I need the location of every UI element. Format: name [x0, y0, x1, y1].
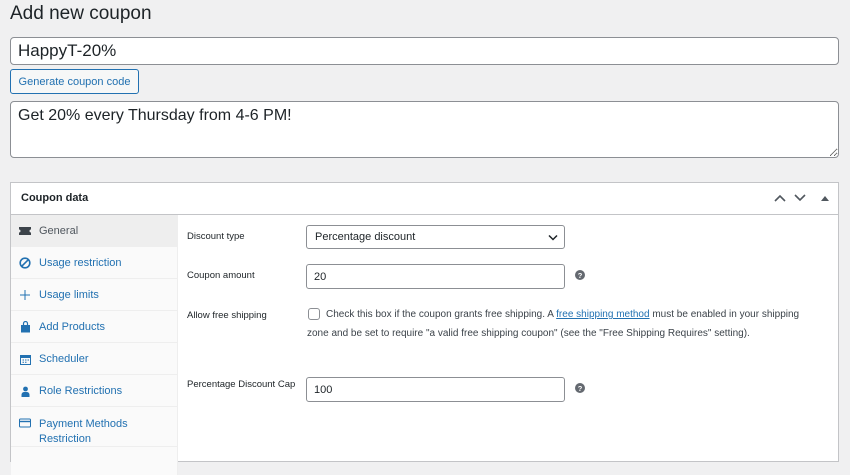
tab-role-restrictions[interactable]: Role Restrictions — [11, 375, 177, 407]
tab-usage-restriction-label: Usage restriction — [39, 257, 122, 269]
tab-scheduler[interactable]: Scheduler — [11, 343, 177, 375]
tab-payment-methods-restriction[interactable]: Payment Methods Restriction — [11, 407, 177, 447]
tab-general[interactable]: General — [11, 215, 177, 247]
chevron-down-icon — [548, 232, 558, 244]
discount-type-label: Discount type — [187, 231, 245, 242]
coupon-data-panel: Coupon data General Usage restriction Us… — [10, 182, 839, 475]
calendar-icon — [19, 353, 31, 365]
general-tab-content: Discount type Percentage discount Coupon… — [177, 215, 838, 465]
coupon-amount-label: Coupon amount — [187, 270, 255, 281]
free-shipping-method-link[interactable]: free shipping method — [556, 309, 649, 320]
user-icon — [19, 385, 31, 397]
tab-add-products[interactable]: Add Products — [11, 311, 177, 343]
tab-usage-limits-label: Usage limits — [39, 289, 99, 301]
discount-cap-input[interactable] — [306, 377, 565, 402]
bag-icon — [19, 321, 31, 333]
free-shipping-label: Allow free shipping — [187, 310, 267, 321]
tab-role-restrictions-label: Role Restrictions — [39, 385, 123, 397]
discount-type-select[interactable]: Percentage discount — [306, 225, 565, 249]
block-icon — [19, 257, 31, 269]
coupon-amount-input[interactable] — [306, 264, 565, 289]
discount-cap-label: Percentage Discount Cap — [187, 379, 296, 390]
coupon-description-field[interactable]: Get 20% every Thursday from 4-6 PM! — [10, 101, 839, 158]
plus-icon — [19, 289, 31, 301]
tab-usage-restriction[interactable]: Usage restriction — [11, 247, 177, 279]
move-up-icon[interactable] — [772, 190, 788, 206]
tab-general-label: General — [39, 225, 79, 237]
coupon-tabs-sidebar: General Usage restriction Usage limits A… — [11, 215, 178, 475]
panel-title: Coupon data — [21, 192, 89, 204]
generate-coupon-button[interactable]: Generate coupon code — [10, 69, 139, 94]
help-icon[interactable]: ? — [575, 270, 585, 280]
free-shipping-text-before: Check this box if the coupon grants free… — [326, 309, 557, 320]
discount-type-value: Percentage discount — [315, 231, 416, 243]
free-shipping-description: Check this box if the coupon grants free… — [307, 305, 807, 343]
page-title: Add new coupon — [10, 3, 152, 24]
tab-add-products-label: Add Products — [39, 321, 106, 333]
help-icon[interactable]: ? — [575, 383, 585, 393]
tab-usage-limits[interactable]: Usage limits — [11, 279, 177, 311]
move-down-icon[interactable] — [792, 190, 808, 206]
collapse-toggle-icon[interactable] — [817, 190, 833, 206]
panel-header: Coupon data — [11, 183, 838, 215]
tab-scheduler-label: Scheduler — [39, 353, 89, 365]
tab-payment-methods-label: Payment Methods Restriction — [39, 418, 128, 445]
coupon-code-input[interactable] — [10, 37, 839, 65]
ticket-icon — [19, 225, 31, 237]
